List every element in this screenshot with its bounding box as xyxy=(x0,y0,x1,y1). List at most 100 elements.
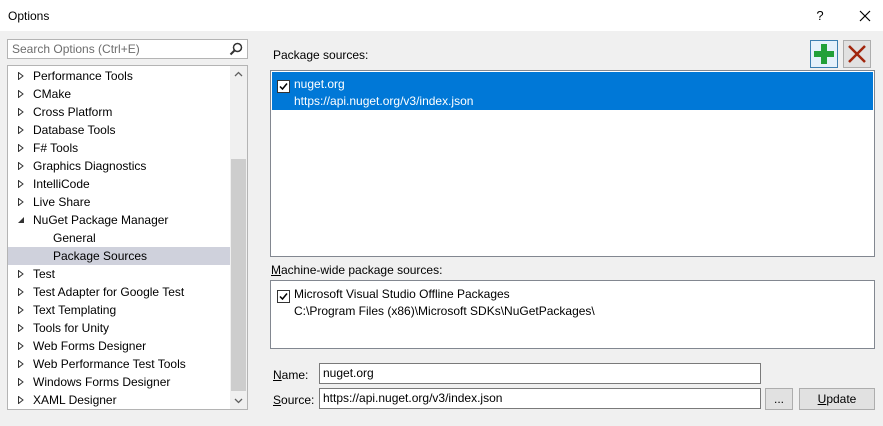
tree-item[interactable]: IntelliCode xyxy=(8,175,230,193)
tree-item-label: Test xyxy=(33,267,56,281)
tree-item[interactable]: Live Share xyxy=(8,193,230,211)
tree-item-label: F# Tools xyxy=(33,141,79,155)
tree-item[interactable]: Performance Tools xyxy=(8,67,230,85)
tree-item-label: Performance Tools xyxy=(33,69,133,83)
tree-item-label: Cross Platform xyxy=(33,105,113,119)
tree-item[interactable]: Package Sources xyxy=(8,247,230,265)
machine-sources-label-rest: achine-wide package sources: xyxy=(281,263,443,277)
collapsed-arrow-icon[interactable] xyxy=(17,342,25,350)
tree-scrollbar[interactable] xyxy=(230,66,247,409)
name-field[interactable] xyxy=(319,363,761,384)
search-icon[interactable] xyxy=(229,42,243,56)
collapsed-arrow-icon[interactable] xyxy=(17,144,25,152)
source-label: Source: xyxy=(273,393,315,407)
collapsed-arrow-icon[interactable] xyxy=(17,90,25,98)
package-sources-label: Package sources: xyxy=(273,48,369,62)
tree-item-label: Test Adapter for Google Test xyxy=(33,285,185,299)
tree-item-label: IntelliCode xyxy=(33,177,90,191)
collapsed-arrow-icon[interactable] xyxy=(17,72,25,80)
remove-source-button[interactable] xyxy=(843,40,871,68)
tree-item[interactable]: Tools for Unity xyxy=(8,319,230,337)
tree-item[interactable]: Graphics Diagnostics xyxy=(8,157,230,175)
package-source-name: nuget.org xyxy=(294,77,345,91)
scroll-thumb[interactable] xyxy=(231,159,246,391)
name-input[interactable] xyxy=(323,366,753,380)
scroll-down-button[interactable] xyxy=(230,392,247,409)
package-sources-list[interactable]: nuget.org https://api.nuget.org/v3/index… xyxy=(270,70,875,257)
tree-item-label: CMake xyxy=(33,87,72,101)
close-button[interactable] xyxy=(845,0,883,31)
source-label-rest: ource: xyxy=(281,393,315,407)
tree-item-label: Database Tools xyxy=(33,123,116,137)
name-label: Name: xyxy=(273,368,309,382)
add-source-button[interactable] xyxy=(810,40,838,68)
check-icon xyxy=(279,83,288,91)
package-source-row[interactable]: nuget.org https://api.nuget.org/v3/index… xyxy=(272,72,873,110)
window-title: Options xyxy=(8,9,50,23)
source-field[interactable] xyxy=(319,388,761,409)
chevron-down-icon xyxy=(234,398,243,404)
tree-item[interactable]: Web Performance Test Tools xyxy=(8,355,230,373)
package-source-checkbox[interactable] xyxy=(277,80,290,93)
name-label-rest: ame: xyxy=(281,368,309,382)
tree-item[interactable]: General xyxy=(8,229,230,247)
machine-sources-list[interactable]: Microsoft Visual Studio Offline Packages… xyxy=(270,280,875,349)
tree-item-label: Package Sources xyxy=(53,249,148,263)
tree-item-label: Tools for Unity xyxy=(33,321,110,335)
tree-item[interactable]: Web Forms Designer xyxy=(8,337,230,355)
tree-item-label: Text Templating xyxy=(33,303,117,317)
tree-item[interactable]: Text Templating xyxy=(8,301,230,319)
tree-item[interactable]: XAML Designer xyxy=(8,391,230,409)
scroll-up-button[interactable] xyxy=(230,66,247,83)
machine-source-name: Microsoft Visual Studio Offline Packages xyxy=(294,287,510,301)
collapsed-arrow-icon[interactable] xyxy=(17,378,25,386)
help-button[interactable]: ? xyxy=(800,0,840,31)
expanded-arrow-icon[interactable] xyxy=(17,216,25,224)
collapsed-arrow-icon[interactable] xyxy=(17,198,25,206)
collapsed-arrow-icon[interactable] xyxy=(17,324,25,332)
tree-item-label: XAML Designer xyxy=(33,393,117,407)
collapsed-arrow-icon[interactable] xyxy=(17,288,25,296)
tree-item-label: NuGet Package Manager xyxy=(33,213,169,227)
x-icon xyxy=(848,45,866,63)
chevron-up-icon xyxy=(234,71,243,77)
tree-item[interactable]: Test xyxy=(8,265,230,283)
plus-icon xyxy=(814,44,834,64)
source-input[interactable] xyxy=(323,391,753,405)
browse-button[interactable]: ... xyxy=(765,388,793,410)
title-bar: Options ? xyxy=(0,0,883,31)
tree-item-label: General xyxy=(53,231,96,245)
tree-item[interactable]: Windows Forms Designer xyxy=(8,373,230,391)
update-button[interactable]: Update xyxy=(799,388,875,410)
tree-item[interactable]: F# Tools xyxy=(8,139,230,157)
collapsed-arrow-icon[interactable] xyxy=(17,306,25,314)
machine-source-row[interactable]: Microsoft Visual Studio Offline Packages… xyxy=(272,282,873,320)
collapsed-arrow-icon[interactable] xyxy=(17,180,25,188)
collapsed-arrow-icon[interactable] xyxy=(17,126,25,134)
tree-item[interactable]: CMake xyxy=(8,85,230,103)
check-icon xyxy=(279,293,288,301)
collapsed-arrow-icon[interactable] xyxy=(17,360,25,368)
tree-item-label: Graphics Diagnostics xyxy=(33,159,147,173)
tree-item-label: Windows Forms Designer xyxy=(33,375,171,389)
collapsed-arrow-icon[interactable] xyxy=(17,396,25,404)
collapsed-arrow-icon[interactable] xyxy=(17,108,25,116)
search-box[interactable] xyxy=(7,39,248,59)
search-input[interactable] xyxy=(12,41,222,57)
collapsed-arrow-icon[interactable] xyxy=(17,270,25,278)
tree-item-label: Live Share xyxy=(33,195,91,209)
machine-source-path: C:\Program Files (x86)\Microsoft SDKs\Nu… xyxy=(294,304,595,318)
tree-item[interactable]: Test Adapter for Google Test xyxy=(8,283,230,301)
machine-source-checkbox[interactable] xyxy=(277,290,290,303)
tree-item[interactable]: Database Tools xyxy=(8,121,230,139)
package-source-url: https://api.nuget.org/v3/index.json xyxy=(294,94,474,108)
tree-item[interactable]: Cross Platform xyxy=(8,103,230,121)
options-tree: Performance Tools CMake Cross Platform Data… xyxy=(7,65,248,410)
machine-sources-label: Machine-wide package sources: xyxy=(271,263,443,277)
collapsed-arrow-icon[interactable] xyxy=(17,162,25,170)
tree-item[interactable]: NuGet Package Manager xyxy=(8,211,230,229)
close-icon xyxy=(859,10,871,21)
update-label-rest: pdate xyxy=(826,392,857,406)
tree-item-label: Web Forms Designer xyxy=(33,339,147,353)
tree-item-label: Web Performance Test Tools xyxy=(33,357,186,371)
